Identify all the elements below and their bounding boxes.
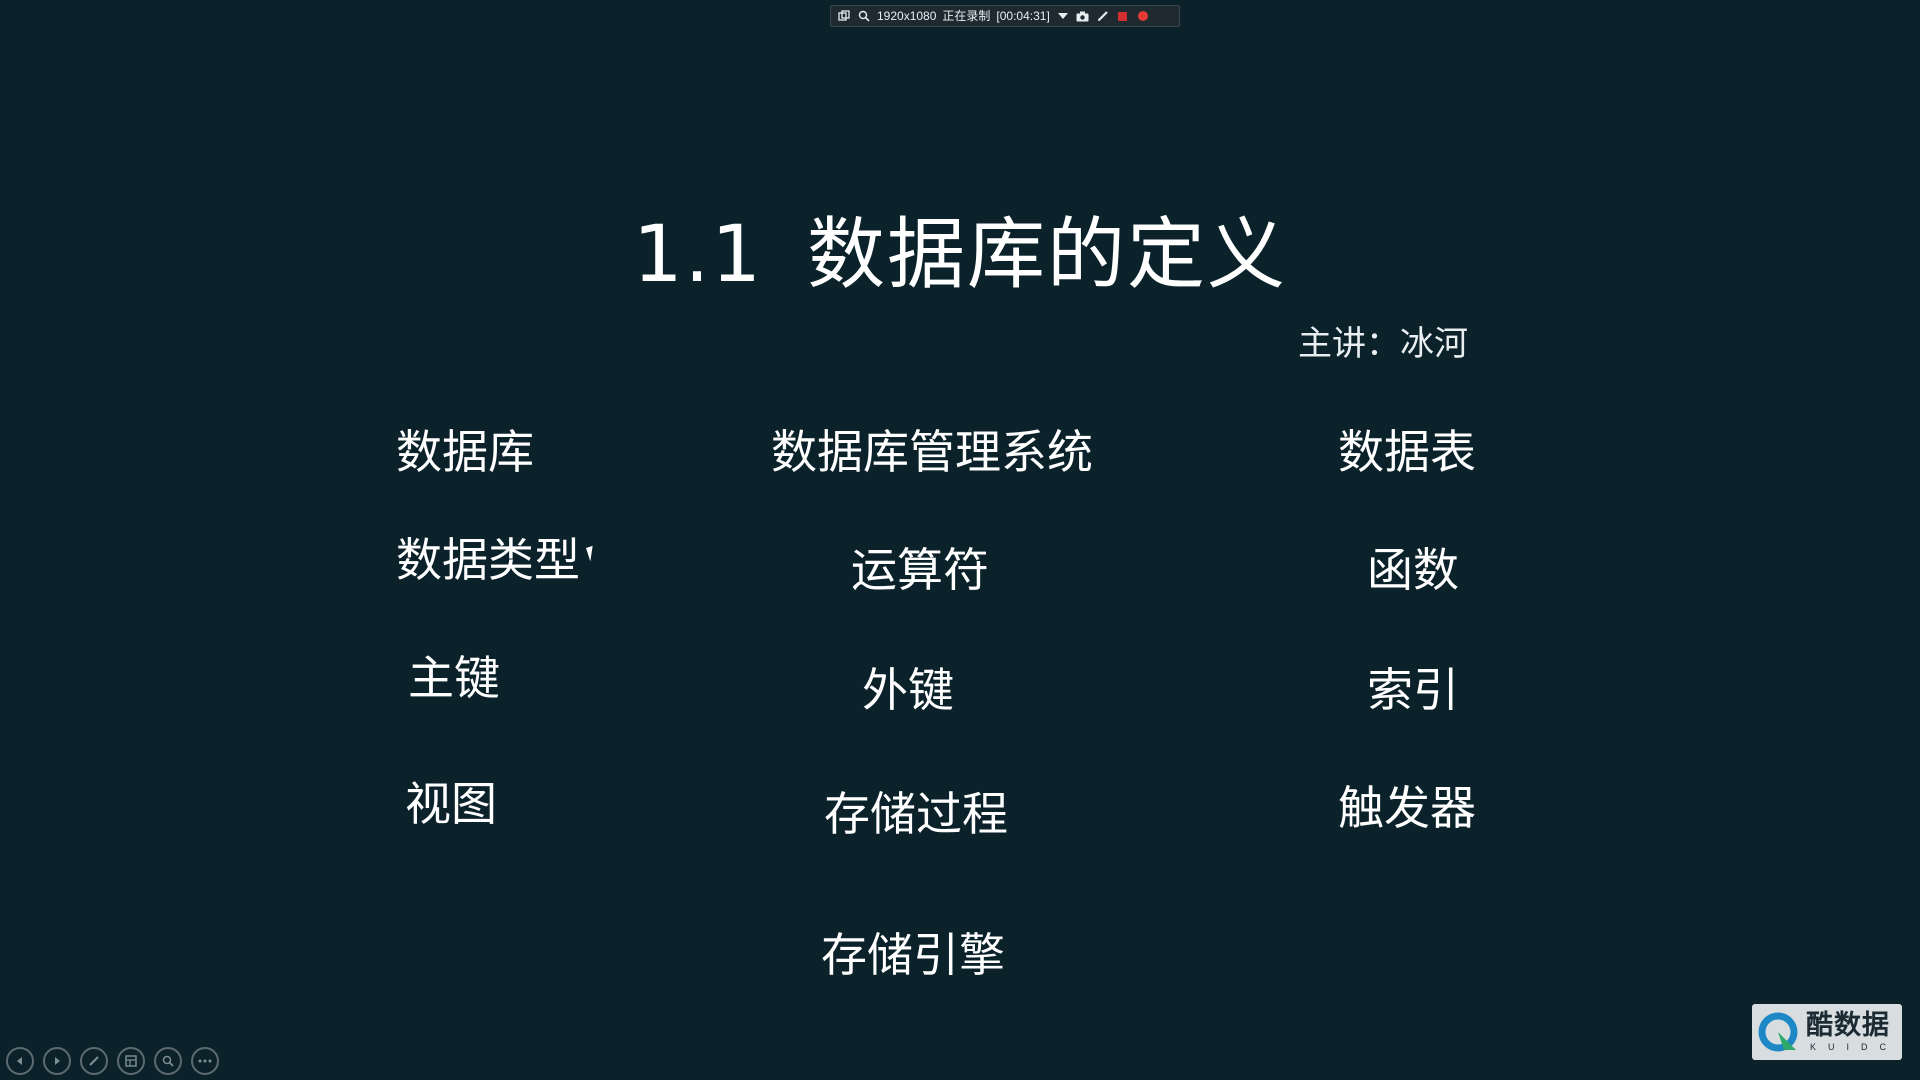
logo-mark-icon xyxy=(1758,1012,1798,1052)
term-operator: 运算符 xyxy=(851,543,989,597)
zoom-icon[interactable] xyxy=(857,9,871,23)
term-data-type: 数据类型 xyxy=(396,533,580,587)
term-foreign-key: 外键 xyxy=(862,663,954,717)
recording-timer: [00:04:31] xyxy=(996,9,1050,23)
watermark-logo: 酷数据 KUIDC xyxy=(1752,1004,1902,1060)
term-function: 函数 xyxy=(1367,543,1459,597)
term-storage-engine: 存储引擎 xyxy=(821,928,1005,982)
term-data-table: 数据表 xyxy=(1338,425,1476,479)
logo-letters: KUIDC xyxy=(1810,1042,1899,1052)
dropdown-arrow-icon[interactable] xyxy=(1056,9,1070,23)
more-icon[interactable] xyxy=(191,1047,219,1075)
term-dbms: 数据库管理系统 xyxy=(771,425,1093,479)
screen-recorder-toolbar: 1920x1080 正在录制 [00:04:31] xyxy=(830,5,1180,27)
term-primary-key: 主键 xyxy=(408,651,500,705)
previous-slide-icon[interactable] xyxy=(6,1047,34,1075)
term-view: 视图 xyxy=(405,777,497,831)
recording-resolution: 1920x1080 xyxy=(877,9,937,23)
pen-icon[interactable] xyxy=(1096,9,1110,23)
slideshow-controls xyxy=(6,1047,219,1075)
zoom-icon[interactable] xyxy=(154,1047,182,1075)
slide-title: 1.1 数据库的定义 xyxy=(0,205,1920,305)
pause-stop-icon[interactable] xyxy=(1116,9,1130,23)
presenter-label: 主讲：冰河 xyxy=(1298,324,1468,364)
camera-icon[interactable] xyxy=(1076,9,1090,23)
term-index: 索引 xyxy=(1367,663,1459,717)
recording-status: 正在录制 xyxy=(942,9,991,23)
slide-title-number: 1.1 xyxy=(632,210,764,300)
slide-title-text: 数据库的定义 xyxy=(807,210,1288,300)
term-trigger: 触发器 xyxy=(1338,781,1476,835)
mouse-cursor-icon xyxy=(586,545,597,562)
close-recording-icon[interactable] xyxy=(1136,9,1150,23)
logo-name: 酷数据 xyxy=(1806,1010,1890,1041)
term-database: 数据库 xyxy=(396,425,534,479)
window-icon[interactable] xyxy=(837,9,851,23)
slides-icon[interactable] xyxy=(117,1047,145,1075)
next-slide-icon[interactable] xyxy=(43,1047,71,1075)
pen-icon[interactable] xyxy=(80,1047,108,1075)
term-stored-procedure: 存储过程 xyxy=(824,787,1008,841)
